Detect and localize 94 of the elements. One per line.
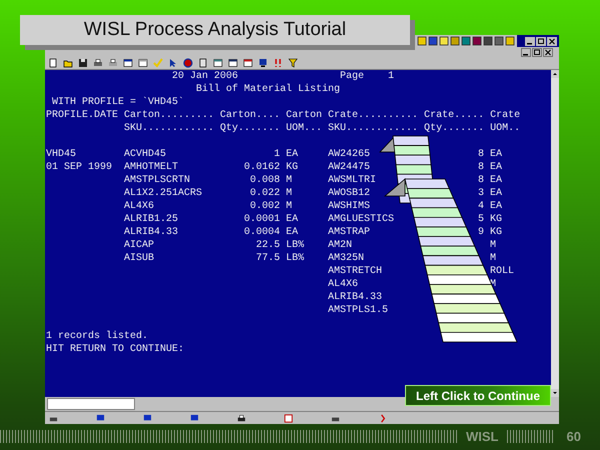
sku-cell: AL4X6 <box>124 200 154 213</box>
monitor-icon <box>143 414 152 422</box>
sku-cell: AMSTPLS1.5 <box>328 304 388 317</box>
unit-cell: M <box>490 252 496 265</box>
unit-cell: M <box>490 239 496 252</box>
quantity-cell: 0.002 <box>250 200 280 213</box>
folder-icon[interactable] <box>63 58 73 68</box>
document-icon[interactable] <box>198 58 208 68</box>
close-icon[interactable] <box>543 48 553 56</box>
scrollbar[interactable] <box>551 70 559 397</box>
quantity-cell: 9 <box>478 226 484 239</box>
unit-cell: EA <box>490 161 502 174</box>
sku-cell: ACVHD45 <box>124 148 166 161</box>
continue-button[interactable]: Left Click to Continue <box>405 385 551 406</box>
sku-cell: AW24475 <box>328 161 370 174</box>
sku-cell: AL4X6 <box>328 278 358 291</box>
unit-cell: ROLL <box>490 265 514 278</box>
sku-cell: AMSTPLSCRTN <box>124 174 190 187</box>
terminal-line: SKU............ Qty....... UOM... SKU............ Qty....... UOM.. <box>123 122 522 135</box>
unit-cell: M <box>286 187 292 200</box>
scroll-up-icon[interactable] <box>551 70 559 78</box>
window-icon[interactable] <box>228 58 238 68</box>
window-icon[interactable] <box>213 58 223 68</box>
terminal-line: WITH PROFILE = `VHD45` <box>51 96 186 109</box>
terminal-line: PROFILE.DATE Carton......... Carton.... Carton Crate.......... Crate..... Crate <box>46 109 522 122</box>
unit-cell: KG <box>286 161 298 174</box>
quantity-cell: 3 <box>478 187 484 200</box>
quantity-cell: 4 <box>478 200 484 213</box>
profile-cell: VHD45 <box>46 148 76 161</box>
terminal-line: HIT RETURN TO CONTINUE: <box>46 343 186 356</box>
profile-cell: 01 SEP 1999 <box>46 161 112 174</box>
unit-cell: EA <box>490 200 502 213</box>
window-icon[interactable] <box>123 58 133 68</box>
unit-cell: LB% <box>286 239 304 252</box>
sku-cell: AW24265 <box>328 148 370 161</box>
monitor-icon <box>190 414 199 422</box>
sku-cell: AM325N <box>328 252 364 265</box>
unit-cell: EA <box>490 148 502 161</box>
quantity-cell: 8 <box>478 148 484 161</box>
unit-cell: KG <box>490 213 502 226</box>
quantity-cell: 77.5 <box>256 252 280 265</box>
check-icon[interactable] <box>153 58 163 68</box>
terminal-line: 1 records listed. <box>46 330 150 343</box>
quantity-cell: 8 <box>478 161 484 174</box>
exclamation-icon[interactable] <box>273 58 283 68</box>
footer-label: WISL <box>466 428 498 444</box>
quantity-cell: 0.022 <box>250 187 280 200</box>
terminal-line: 20 Jan 2006 Page 1 <box>171 70 396 83</box>
unit-cell: EA <box>286 148 298 161</box>
sku-cell: AMSTRETCH <box>328 265 382 278</box>
window-icon[interactable] <box>138 58 148 68</box>
quantity-cell: 0.0004 <box>244 226 280 239</box>
sku-cell: AICAP <box>124 239 154 252</box>
slide-title: WISL Process Analysis Tutorial <box>20 15 410 45</box>
unit-cell: LB% <box>286 252 304 265</box>
document-icon[interactable] <box>48 58 58 68</box>
quantity-cell: 0.0162 <box>244 161 280 174</box>
sku-cell: AM2N <box>328 239 352 252</box>
sku-cell: AMHOTMELT <box>124 161 178 174</box>
monitor-icon <box>96 414 105 422</box>
sku-cell: AMSTRAP <box>328 226 370 239</box>
funnel-icon[interactable] <box>288 58 298 68</box>
sku-cell: AL1X2.251ACRS <box>124 187 202 200</box>
close-icon[interactable] <box>547 36 557 46</box>
minimize-icon[interactable] <box>525 36 535 46</box>
sku-cell: AWSMLTRI <box>328 174 376 187</box>
sku-cell: AMGLUESTICS <box>328 213 394 226</box>
quantity-cell: 5 <box>478 213 484 226</box>
command-field[interactable] <box>47 398 135 410</box>
sku-cell: AWOSB12 <box>328 187 370 200</box>
scroll-down-icon[interactable] <box>551 389 559 397</box>
unit-cell: EA <box>490 174 502 187</box>
monitor-icon[interactable] <box>258 58 268 68</box>
unit-cell: M <box>286 200 292 213</box>
unit-cell: KG <box>490 226 502 239</box>
unit-cell: EA <box>286 226 298 239</box>
unit-cell: EA <box>490 187 502 200</box>
quantity-cell: 0.0001 <box>244 213 280 226</box>
minimize-icon[interactable] <box>521 48 531 56</box>
unit-cell: M <box>286 174 292 187</box>
sku-cell: AISUB <box>124 252 154 265</box>
terminal-line: Bill of Material Listing <box>195 83 342 96</box>
page-number: 60 <box>566 428 581 444</box>
window-icon[interactable] <box>243 58 253 68</box>
sku-cell: ALRIB4.33 <box>124 226 178 239</box>
quantity-cell: 0.008 <box>250 174 280 187</box>
quantity-cell: 8 <box>478 174 484 187</box>
quantity-cell: 1 <box>274 148 280 161</box>
sku-cell: ALRIB1.25 <box>124 213 178 226</box>
unit-cell: EA <box>286 213 298 226</box>
pointer-icon[interactable] <box>168 58 178 68</box>
sku-cell: ALRIB4.33 <box>328 291 382 304</box>
sku-cell: AWSHIMS <box>328 200 370 213</box>
quantity-cell: 22.5 <box>256 239 280 252</box>
